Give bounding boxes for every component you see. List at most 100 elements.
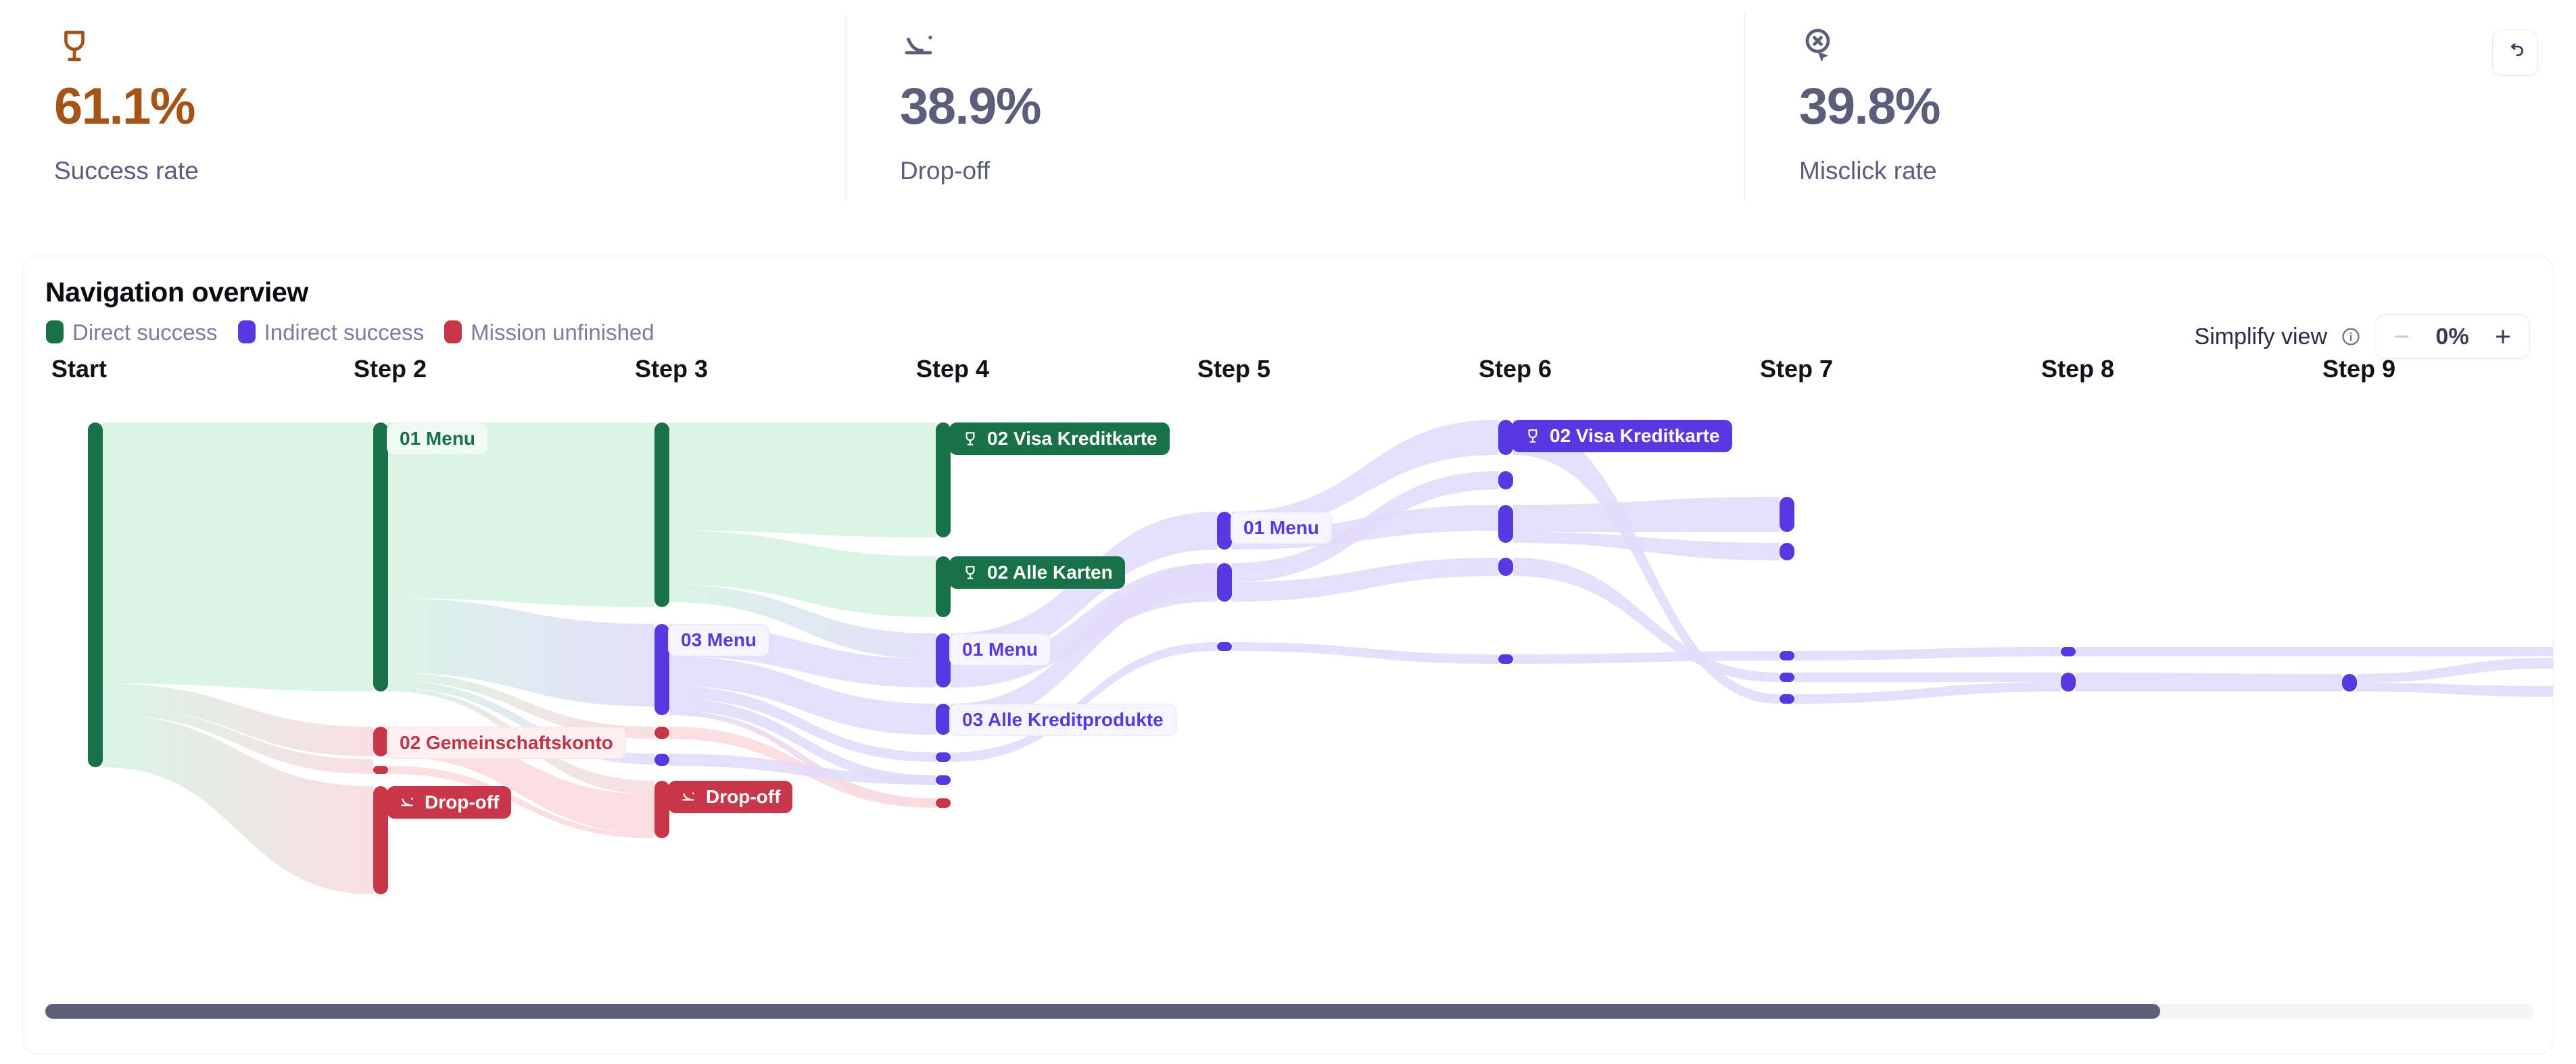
sankey-node[interactable] xyxy=(936,422,951,537)
sankey-node-label[interactable]: 02 Alle Karten xyxy=(949,556,1125,589)
navigation-overview-panel: Navigation overview Direct success Indir… xyxy=(22,256,2554,1055)
legend: Direct success Indirect success Mission … xyxy=(46,320,675,343)
trend-down-icon xyxy=(682,792,694,801)
sankey-link[interactable] xyxy=(2076,673,2342,692)
sankey-link[interactable] xyxy=(2357,658,2554,683)
sankey-node[interactable] xyxy=(1780,543,1794,560)
legend-swatch xyxy=(237,320,256,343)
sankey-link[interactable] xyxy=(1794,647,2061,660)
kpi-strip: 61.1% Success rate 38.9% Drop-off 39.8% … xyxy=(0,0,2576,203)
kpi-value: 61.1% xyxy=(54,78,196,135)
view-controls: Simplify view 0% xyxy=(2195,314,2530,359)
sankey-node[interactable] xyxy=(654,727,669,739)
sankey-link[interactable] xyxy=(1513,497,1780,532)
legend-swatch xyxy=(46,320,64,343)
sankey-link[interactable] xyxy=(669,422,936,537)
sankey-link[interactable] xyxy=(1794,673,2061,682)
sankey-node[interactable] xyxy=(373,786,388,894)
kpi-label: Drop-off xyxy=(900,157,990,185)
trophy-icon xyxy=(1528,429,1537,443)
sankey-link[interactable] xyxy=(388,598,654,706)
sankey-node[interactable] xyxy=(1498,420,1513,455)
sankey-node[interactable] xyxy=(373,766,388,774)
zoom-in-button[interactable] xyxy=(2491,325,2514,348)
sankey-node[interactable] xyxy=(1780,651,1794,660)
sankey-node[interactable] xyxy=(1498,558,1513,576)
sankey-node[interactable] xyxy=(1498,471,1513,489)
sankey-node[interactable] xyxy=(936,633,951,687)
sankey-node[interactable] xyxy=(1780,694,1794,704)
sankey-node[interactable] xyxy=(373,727,388,756)
sankey-node[interactable] xyxy=(1780,497,1794,532)
sankey-node[interactable] xyxy=(936,798,951,808)
node-label-text: 01 Menu xyxy=(1243,517,1320,538)
sankey-node-label[interactable]: 02 Gemeinschaftskonto xyxy=(387,727,626,759)
sankey-node-label[interactable]: 01 Menu xyxy=(387,422,489,455)
sankey-node[interactable] xyxy=(654,624,669,715)
sankey-node[interactable] xyxy=(1498,505,1513,543)
sankey-link[interactable] xyxy=(1513,532,1780,560)
node-label-text: 01 Menu xyxy=(962,639,1039,660)
sankey-link[interactable] xyxy=(103,422,373,692)
kpi-value: 38.9% xyxy=(900,78,1042,135)
sankey-link[interactable] xyxy=(2357,683,2554,697)
sankey-node[interactable] xyxy=(936,556,951,617)
step-header-step2: Step 2 xyxy=(353,355,427,383)
sankey-link[interactable] xyxy=(1232,642,1498,664)
sankey-node[interactable] xyxy=(1780,673,1794,682)
sankey-node-label[interactable]: 03 Alle Kreditprodukte xyxy=(949,704,1176,736)
sankey-node-label[interactable]: 01 Menu xyxy=(949,633,1051,666)
kpi-label: Misclick rate xyxy=(1799,157,1937,185)
zoom-level-value: 0% xyxy=(2435,323,2469,349)
sankey-node[interactable] xyxy=(936,704,951,735)
sankey-node-label[interactable]: Drop-off xyxy=(668,781,793,813)
scrollbar-thumb[interactable] xyxy=(45,1004,2160,1019)
node-label-text: 03 Alle Kreditprodukte xyxy=(962,709,1164,730)
zoom-stepper: 0% xyxy=(2375,314,2530,359)
trophy-icon xyxy=(965,432,975,445)
sankey-node[interactable] xyxy=(936,775,951,785)
sankey-node[interactable] xyxy=(654,422,669,607)
node-label-text: Drop-off xyxy=(425,792,500,813)
sankey-link[interactable] xyxy=(2076,647,2554,657)
node-label-text: Drop-off xyxy=(706,786,781,807)
simplify-view-label[interactable]: Simplify view xyxy=(2195,324,2327,350)
step-header-step3: Step 3 xyxy=(634,355,709,383)
sankey-node[interactable] xyxy=(1217,512,1232,550)
sankey-node-label[interactable]: Drop-off xyxy=(387,786,512,819)
node-label-text: 03 Menu xyxy=(681,629,757,650)
sankey-node[interactable] xyxy=(373,422,388,692)
sankey-node[interactable] xyxy=(1217,563,1232,602)
sankey-node-label[interactable]: 01 Menu xyxy=(1231,512,1333,544)
sankey-node[interactable] xyxy=(88,422,103,767)
sankey-link[interactable] xyxy=(1794,682,2061,704)
step-header-step5: Step 5 xyxy=(1197,355,1271,383)
kpi-card-success-rate: 61.1% Success rate xyxy=(0,12,845,203)
sankey-node[interactable] xyxy=(1498,654,1513,664)
zoom-out-button[interactable] xyxy=(2390,325,2413,348)
kpi-card-misclick-rate: 39.8% Misclick rate xyxy=(1744,12,2576,203)
sankey-node-label[interactable]: 02 Visa Kreditkarte xyxy=(1512,420,1732,452)
sankey-node[interactable] xyxy=(2061,647,2076,656)
legend-swatch xyxy=(444,320,462,343)
trophy-icon xyxy=(965,566,975,579)
sankey-node[interactable] xyxy=(654,781,669,838)
horizontal-scrollbar[interactable] xyxy=(45,1004,2533,1019)
sankey-node[interactable] xyxy=(2342,674,2357,692)
step-header-step6: Step 6 xyxy=(1478,355,1552,383)
sankey-node[interactable] xyxy=(1217,642,1232,651)
step-header-step9: Step 9 xyxy=(2322,355,2396,383)
undo-arrow-icon xyxy=(2504,40,2527,66)
legend-label: Mission unfinished xyxy=(471,319,654,345)
sankey-node[interactable] xyxy=(2061,673,2076,692)
sankey-node[interactable] xyxy=(654,754,669,766)
reset-button[interactable] xyxy=(2492,30,2538,76)
info-circle-icon[interactable] xyxy=(2341,327,2361,347)
sankey-link[interactable] xyxy=(1513,651,1780,664)
trend-down-icon xyxy=(900,26,940,66)
sankey-node[interactable] xyxy=(936,752,951,762)
sankey-node-label[interactable]: 02 Visa Kreditkarte xyxy=(949,422,1170,455)
sankey-diagram[interactable]: 01 Menu 02 Gemeinschaftskonto Drop-off 03 M… xyxy=(23,389,2554,984)
step-header-step8: Step 8 xyxy=(2041,355,2115,383)
sankey-node-label[interactable]: 03 Menu xyxy=(668,624,770,656)
